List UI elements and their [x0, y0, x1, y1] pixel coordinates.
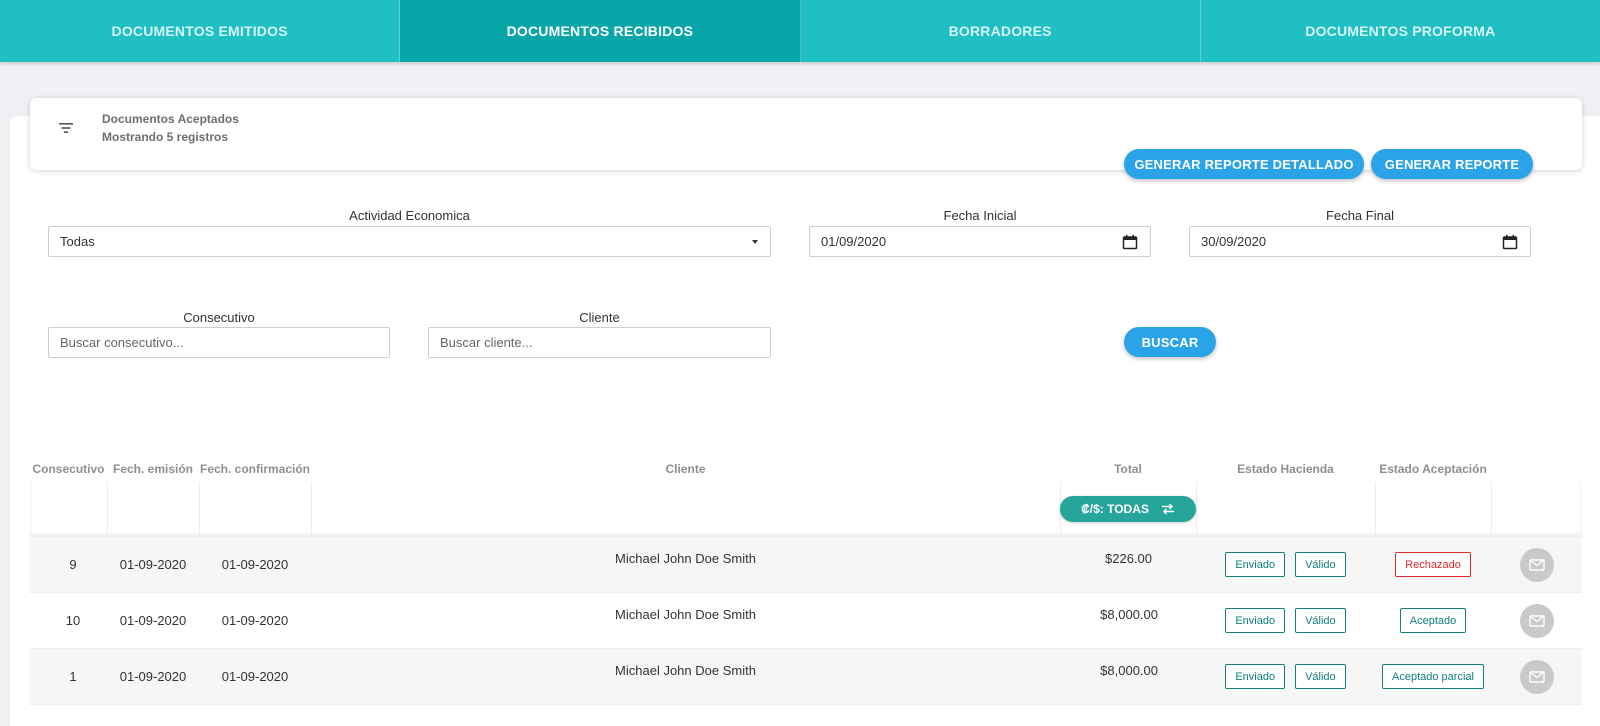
column-header-total[interactable]: Total: [1060, 462, 1196, 476]
status-badge-aceptado: Aceptado: [1399, 608, 1467, 633]
column-header-consecutivo[interactable]: Consecutivo: [30, 462, 107, 476]
status-badge-aceptado-parcial: Aceptado parcial: [1382, 664, 1484, 689]
column-header-cliente[interactable]: Cliente: [311, 462, 1060, 476]
status-badge-enviado: Enviado: [1225, 552, 1286, 577]
mail-icon: [1528, 614, 1545, 627]
search-button[interactable]: BUSCAR: [1124, 327, 1216, 357]
client-placeholder: Buscar cliente...: [440, 335, 533, 350]
summary-title: Documentos Aceptados: [102, 112, 239, 126]
table-row[interactable]: 9 01-09-2020 01-09-2020 Michael John Doe…: [30, 537, 1582, 593]
currency-toggle-button[interactable]: ₡/$: TODAS: [1060, 496, 1196, 522]
tab-borradores[interactable]: BORRADORES: [801, 0, 1201, 62]
status-badge-enviado: Enviado: [1225, 608, 1286, 633]
client-search-input[interactable]: Buscar cliente...: [428, 327, 771, 358]
table-body: ₡/$: TODAS 9 01-09-2020 01-09-2020 Micha…: [30, 482, 1582, 712]
cell-consecutivo: 10: [65, 613, 81, 628]
table-header: Consecutivo Fech. emisión Fech. confirma…: [30, 462, 1582, 482]
send-email-button[interactable]: [1519, 547, 1554, 582]
tab-documentos-proforma[interactable]: DOCUMENTOS PROFORMA: [1201, 0, 1600, 62]
summary-text: Documentos Aceptados Mostrando 5 registr…: [102, 110, 239, 146]
caret-down-icon: [752, 240, 758, 244]
start-date-label: Fecha Inicial: [943, 208, 1017, 223]
status-badge-enviado: Enviado: [1225, 664, 1286, 689]
cell-confirmacion: 01-09-2020: [221, 613, 289, 628]
mail-icon: [1528, 670, 1545, 683]
currency-toggle-label: ₡/$: TODAS: [1081, 502, 1149, 516]
start-date-value: 01/09/2020: [821, 234, 887, 249]
cell-emision: 01-09-2020: [119, 613, 187, 628]
cell-total: $8,000.00: [1100, 607, 1158, 622]
status-badge-valido: Válido: [1295, 608, 1346, 633]
end-date-input[interactable]: 30/09/2020: [1189, 226, 1531, 257]
summary-count: Mostrando 5 registros: [102, 130, 229, 144]
end-date-label: Fecha Final: [1326, 208, 1394, 223]
activity-select[interactable]: Todas: [48, 226, 771, 257]
column-header-estado-hacienda[interactable]: Estado Hacienda: [1196, 462, 1375, 476]
consecutive-search-input[interactable]: Buscar consecutivo...: [48, 327, 390, 358]
column-header-emision[interactable]: Fech. emisión: [107, 462, 199, 476]
start-date-input[interactable]: 01/09/2020: [809, 226, 1151, 257]
cell-confirmacion: 01-09-2020: [221, 669, 289, 684]
mail-icon: [1528, 558, 1545, 571]
cell-cliente: Michael John Doe Smith: [615, 607, 756, 622]
cell-cliente: Michael John Doe Smith: [615, 551, 756, 566]
table-row[interactable]: 10 01-09-2020 01-09-2020 Michael John Do…: [30, 593, 1582, 649]
generate-report-button[interactable]: GENERAR REPORTE: [1371, 149, 1533, 179]
cell-total: $8,000.00: [1100, 663, 1158, 678]
cell-confirmacion: 01-09-2020: [221, 557, 289, 572]
send-email-button[interactable]: [1519, 659, 1554, 694]
cell-consecutivo: 9: [69, 557, 77, 572]
end-date-value: 30/09/2020: [1201, 234, 1267, 249]
consecutive-label: Consecutivo: [183, 310, 255, 325]
status-badge-valido: Válido: [1295, 552, 1346, 577]
cell-consecutivo: 1: [69, 669, 77, 684]
activity-label: Actividad Economica: [349, 208, 470, 223]
column-header-confirmacion[interactable]: Fech. confirmación: [199, 462, 311, 476]
swap-icon: [1161, 503, 1174, 515]
filter-icon[interactable]: [56, 118, 76, 138]
table-filter-row: ₡/$: TODAS: [30, 482, 1582, 537]
consecutive-placeholder: Buscar consecutivo...: [60, 335, 184, 350]
generate-detailed-report-button[interactable]: GENERAR REPORTE DETALLADO: [1124, 149, 1364, 179]
table-row[interactable]: 1 01-09-2020 01-09-2020 Michael John Doe…: [30, 649, 1582, 705]
tab-documentos-recibidos[interactable]: DOCUMENTOS RECIBIDOS: [400, 0, 801, 62]
column-header-estado-aceptacion[interactable]: Estado Aceptación: [1375, 462, 1491, 476]
status-badge-rechazado: Rechazado: [1395, 552, 1471, 577]
tab-documentos-emitidos[interactable]: DOCUMENTOS EMITIDOS: [0, 0, 401, 62]
cell-total: $226.00: [1105, 551, 1152, 566]
calendar-icon[interactable]: [1122, 234, 1138, 250]
client-label: Cliente: [579, 310, 620, 325]
cell-emision: 01-09-2020: [119, 669, 187, 684]
cell-cliente: Michael John Doe Smith: [615, 663, 756, 678]
tab-bar: DOCUMENTOS EMITIDOS DOCUMENTOS RECIBIDOS…: [0, 0, 1600, 62]
send-email-button[interactable]: [1519, 603, 1554, 638]
activity-value: Todas: [60, 234, 95, 249]
cell-emision: 01-09-2020: [119, 557, 187, 572]
calendar-icon[interactable]: [1502, 234, 1518, 250]
status-badge-valido: Válido: [1295, 664, 1346, 689]
